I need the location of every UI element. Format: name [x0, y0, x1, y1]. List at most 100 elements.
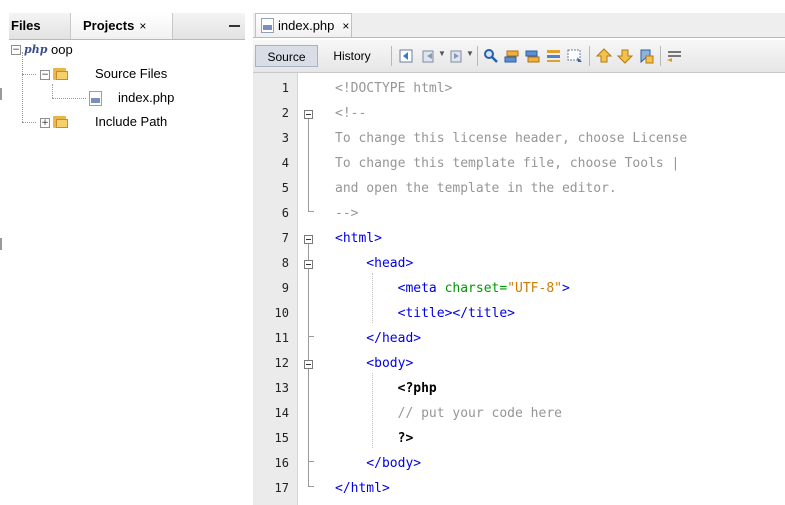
code-token: "UTF-8" — [507, 281, 562, 296]
toolbar-separator — [391, 46, 392, 66]
code-line[interactable]: // put your code here — [335, 401, 562, 426]
editor-tab-bar: index.php × — [253, 13, 785, 38]
project-tree: − php oop − Source Files index.php + Inc… — [9, 40, 245, 505]
code-token: <head> — [335, 256, 414, 271]
code-line[interactable]: </head> — [335, 326, 421, 351]
tree-item-include-path-label: Include Path — [95, 114, 168, 129]
code-line[interactable]: <?php — [335, 376, 437, 401]
previous-bookmark-icon[interactable] — [596, 48, 612, 64]
code-area[interactable]: <!DOCTYPE html> <!-- To change this licens… — [331, 73, 785, 505]
code-line[interactable]: To change this license header, choose Li… — [335, 126, 687, 151]
code-token: <meta — [335, 281, 445, 296]
line-number: 3 — [281, 131, 289, 145]
source-folder-icon — [53, 67, 68, 80]
tab-projects-label: Projects — [83, 18, 135, 33]
tree-connector — [22, 52, 23, 122]
expand-toggle[interactable]: + — [40, 118, 50, 128]
fold-guide — [308, 336, 314, 337]
code-line[interactable]: <html> — [335, 226, 382, 251]
line-number: 1 — [281, 81, 289, 95]
line-number: 7 — [281, 231, 289, 245]
php-file-icon — [89, 91, 102, 106]
toggle-bookmark-icon[interactable] — [638, 48, 654, 64]
code-line[interactable]: --> — [335, 201, 358, 226]
toolbar-separator — [589, 46, 590, 66]
forward-icon[interactable] — [449, 48, 465, 64]
line-number: 12 — [274, 356, 289, 370]
fold-toggle[interactable] — [304, 235, 313, 244]
code-token: <!DOCTYPE html> — [335, 81, 453, 96]
tree-connector — [52, 84, 53, 98]
next-bookmark-icon[interactable] — [617, 48, 633, 64]
library-folder-icon — [53, 115, 68, 128]
code-line[interactable]: <body> — [335, 351, 413, 376]
find-previous-icon[interactable] — [504, 48, 520, 64]
code-token: </body> — [335, 456, 422, 471]
tab-projects[interactable]: Projects × — [70, 13, 173, 39]
code-token: <body> — [335, 356, 414, 371]
source-button[interactable]: Source — [255, 45, 318, 67]
line-number: 8 — [281, 256, 289, 270]
code-line[interactable]: <!DOCTYPE html> — [335, 76, 452, 101]
collapse-toggle[interactable]: − — [40, 70, 50, 80]
line-number: 9 — [281, 281, 289, 295]
code-line[interactable]: ?> — [335, 426, 414, 451]
close-icon[interactable]: × — [342, 19, 349, 33]
tree-connector — [22, 122, 36, 123]
code-token: > — [562, 281, 570, 296]
fold-column — [298, 73, 328, 505]
code-token: <title></title> — [335, 306, 516, 321]
code-token: <?php — [335, 381, 437, 396]
project-panel: Files Projects × − php oop − Source Files… — [9, 0, 245, 505]
editor-area: index.php × Source History ▼ ▼ <!DOCTYPE… — [253, 0, 785, 505]
line-number: 15 — [274, 431, 289, 445]
tree-item-project-label: oop — [51, 42, 73, 57]
toggle-highlight-icon[interactable] — [546, 48, 562, 64]
fold-guide — [308, 119, 309, 211]
line-number: 4 — [281, 156, 289, 170]
minimize-icon[interactable] — [229, 25, 240, 27]
code-line[interactable]: <!-- — [335, 101, 366, 126]
find-icon[interactable] — [483, 48, 499, 64]
line-number: 2 — [281, 106, 289, 120]
history-button[interactable]: History — [322, 45, 382, 67]
tab-files[interactable]: Files — [9, 13, 72, 39]
fold-guide — [308, 461, 314, 462]
code-token: --> — [335, 206, 359, 221]
find-next-icon[interactable] — [525, 48, 541, 64]
tab-index-php-label: index.php — [278, 18, 335, 33]
line-number: 13 — [274, 381, 289, 395]
line-number: 17 — [274, 481, 289, 495]
code-line[interactable]: To change this template file, choose Too… — [335, 151, 679, 176]
code-line[interactable]: <meta charset="UTF-8"> — [335, 276, 570, 301]
code-token: </html> — [335, 481, 390, 496]
fold-toggle[interactable] — [304, 110, 313, 119]
back-icon[interactable] — [421, 48, 437, 64]
code-token: To change this template file, choose Too… — [335, 156, 680, 171]
last-edit-icon[interactable] — [399, 48, 415, 64]
toolbar-separator — [660, 46, 661, 66]
tree-connector — [52, 98, 86, 99]
tab-index-php[interactable]: index.php × — [255, 13, 352, 37]
code-line[interactable]: </html> — [335, 476, 390, 501]
chevron-down-icon[interactable]: ▼ — [438, 49, 446, 58]
code-token: <!-- — [335, 106, 367, 121]
rectangular-selection-icon[interactable] — [567, 48, 583, 64]
line-number: 6 — [281, 206, 289, 220]
tree-connector — [22, 74, 36, 75]
window-edge-mark — [0, 88, 2, 100]
collapse-toggle[interactable]: − — [11, 45, 21, 55]
code-line[interactable]: <head> — [335, 251, 413, 276]
code-token: ?> — [335, 431, 414, 446]
code-line[interactable]: <title></title> — [335, 301, 515, 326]
php-project-icon: php — [24, 43, 48, 56]
chevron-down-icon[interactable]: ▼ — [466, 49, 474, 58]
fold-toggle[interactable] — [304, 260, 313, 269]
line-number: 14 — [274, 406, 289, 420]
shift-left-icon[interactable] — [666, 48, 682, 64]
code-line[interactable]: </body> — [335, 451, 421, 476]
code-line[interactable]: and open the template in the editor. — [335, 176, 617, 201]
line-number: 5 — [281, 181, 289, 195]
close-icon[interactable]: × — [139, 19, 146, 33]
fold-toggle[interactable] — [304, 360, 313, 369]
